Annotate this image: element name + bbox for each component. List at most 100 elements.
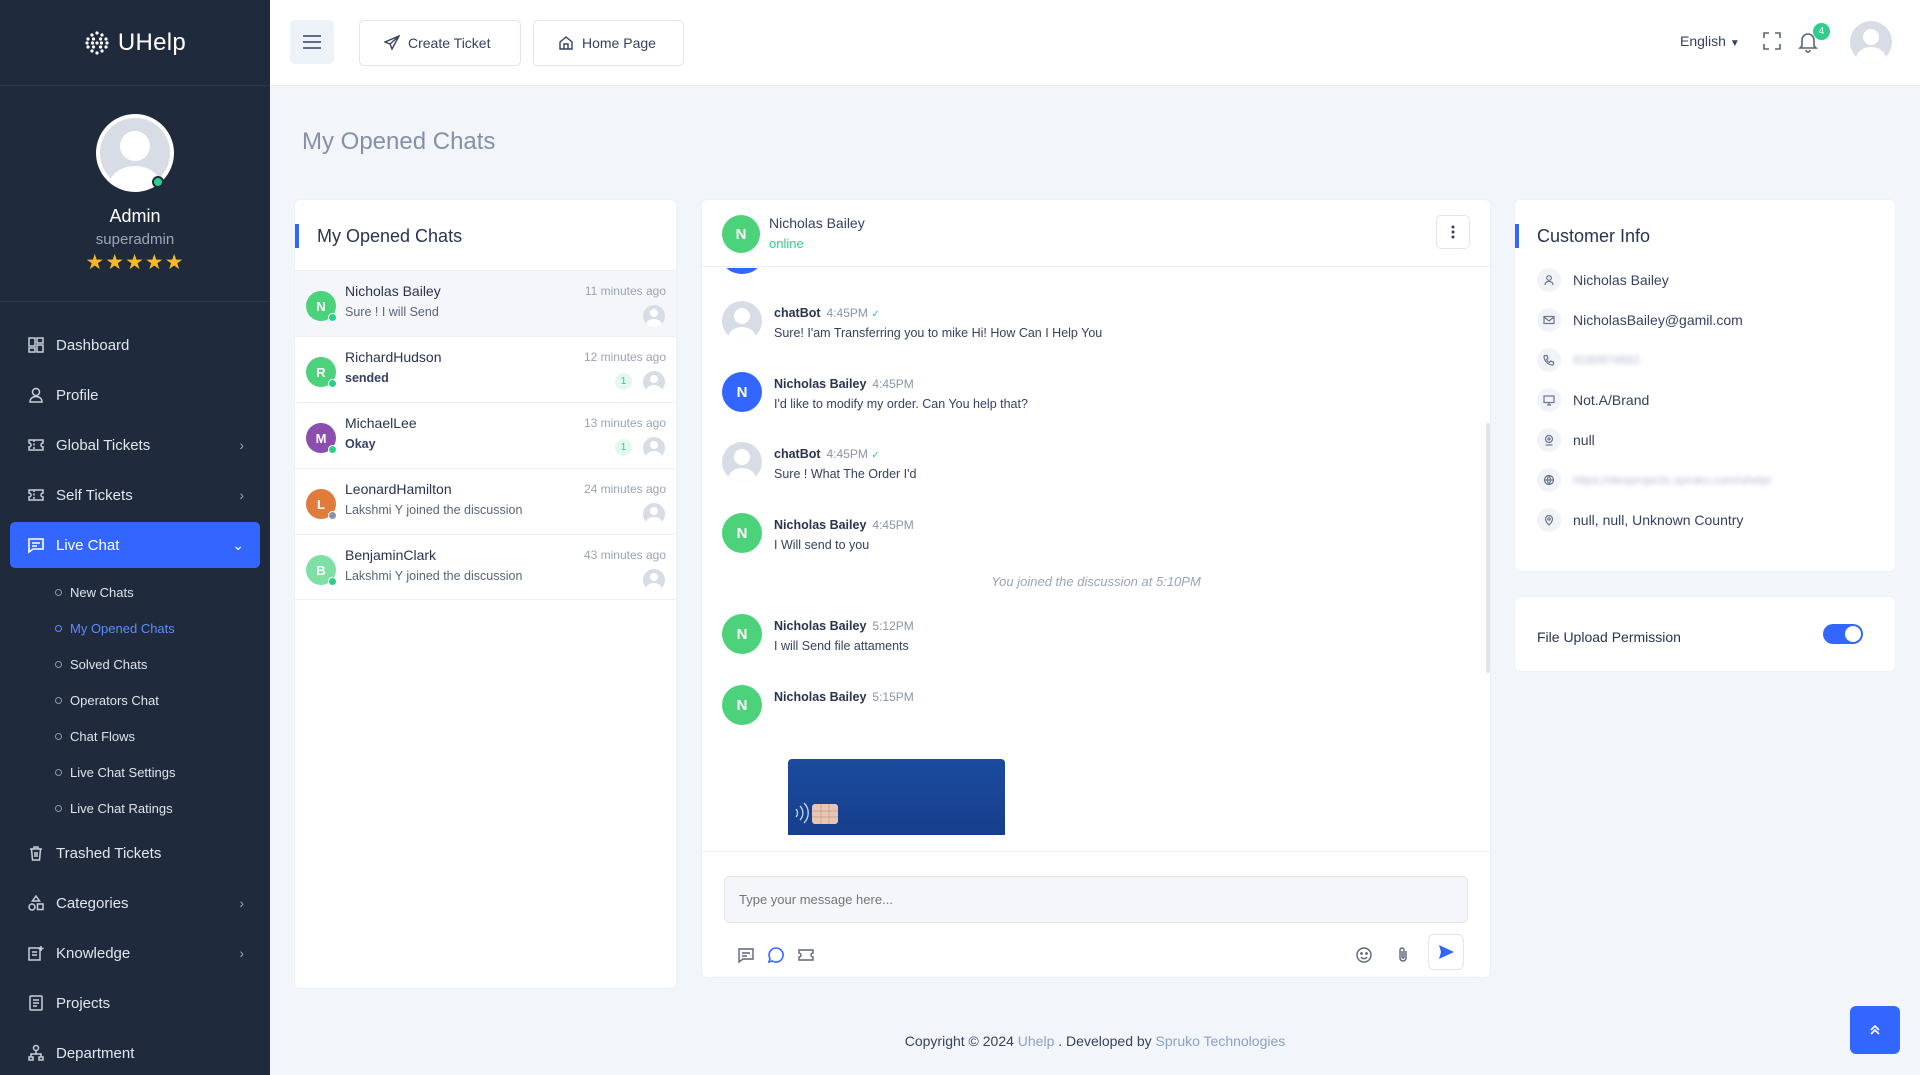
categories-icon: [28, 894, 44, 911]
chat-bubble-icon[interactable]: [767, 946, 785, 964]
sidebar-item-profile[interactable]: Profile: [0, 370, 270, 420]
user-icon: [1537, 268, 1561, 292]
last-message: Lakshmi Y joined the discussion: [345, 569, 523, 583]
message-time: 4:45PM: [826, 306, 868, 320]
fullscreen-icon[interactable]: [1762, 31, 1782, 51]
message-area[interactable]: chatBot 4:45PM ✓ Sure! I'am Transferring …: [702, 268, 1490, 851]
last-message: Sure ! I will Send: [345, 305, 439, 319]
message-sender: chatBot 4:45PM ✓: [774, 447, 880, 461]
chat-options-button[interactable]: [1436, 215, 1470, 249]
dashboard-icon: [28, 337, 44, 353]
sidebar-item-global-tickets[interactable]: Global Tickets ›: [0, 420, 270, 470]
sidebar-profile: Admin superadmin ★★★★★: [0, 86, 270, 302]
map-pin-icon: [1537, 508, 1561, 532]
send-icon: [384, 35, 400, 51]
submenu-operators-chat[interactable]: Operators Chat: [0, 682, 270, 718]
customer-name-row: Nicholas Bailey: [1537, 268, 1669, 292]
submenu-live-chat-ratings[interactable]: Live Chat Ratings: [0, 790, 270, 826]
canned-response-icon[interactable]: [737, 946, 755, 964]
menu-toggle-button[interactable]: [290, 20, 334, 64]
customer-phone-row: 9180974682: [1537, 348, 1640, 372]
file-upload-toggle[interactable]: [1823, 624, 1863, 644]
check-icon: ✓: [871, 309, 880, 320]
trash-icon: [30, 846, 42, 861]
chat-list-item[interactable]: L LeonardHamilton Lakshmi Y joined the d…: [295, 468, 676, 534]
message-time: 24 minutes ago: [583, 482, 666, 496]
sidebar-item-label: Trashed Tickets: [56, 844, 162, 862]
home-page-button[interactable]: Home Page: [533, 20, 684, 66]
message-time: 5:15PM: [872, 690, 914, 704]
chat-list-item[interactable]: N Nicholas Bailey Sure ! I will Send 11 …: [295, 270, 676, 336]
sidebar-item-department[interactable]: Department: [0, 1028, 270, 1075]
chat-list-card: My Opened Chats N Nicholas Bailey Sure !…: [294, 199, 677, 989]
language-select[interactable]: English ▼: [1680, 33, 1740, 49]
submenu-chat-flows[interactable]: Chat Flows: [0, 718, 270, 754]
attachment-icon[interactable]: [1394, 946, 1412, 964]
user-avatar: N: [722, 614, 762, 654]
double-chevron-up-icon: [1870, 1024, 1880, 1035]
unread-count-badge: 1: [615, 439, 632, 456]
message-text: I'd like to modify my order. Can You hel…: [774, 397, 1028, 411]
status-dot: [328, 313, 337, 322]
sidebar-item-knowledge[interactable]: Knowledge ›: [0, 928, 270, 978]
sidebar-item-live-chat[interactable]: Live Chat ⌄: [10, 522, 260, 568]
sidebar-nav: Dashboard Profile Global Tickets › Self …: [0, 302, 270, 1075]
sidebar-item-label: Profile: [56, 386, 99, 404]
spruko-link[interactable]: Spruko Technologies: [1156, 1033, 1286, 1049]
hamburger-icon: [303, 35, 321, 49]
chevron-right-icon: ›: [239, 945, 244, 961]
projects-icon: [29, 995, 43, 1011]
sidebar-item-label: Categories: [56, 894, 129, 912]
sidebar-item-trashed-tickets[interactable]: Trashed Tickets: [0, 828, 270, 878]
scrollbar-thumb[interactable]: [1486, 423, 1490, 673]
uhelp-link[interactable]: Uhelp: [1018, 1033, 1055, 1049]
logo[interactable]: UHelp: [0, 0, 270, 86]
bot-avatar: [722, 442, 762, 482]
contact-name: MichaelLee: [345, 415, 417, 431]
submenu-new-chats[interactable]: New Chats: [0, 574, 270, 610]
send-message-button[interactable]: [1428, 934, 1464, 970]
sidebar-item-categories[interactable]: Categories ›: [0, 878, 270, 928]
submenu-my-opened-chats[interactable]: My Opened Chats: [0, 610, 270, 646]
sidebar-item-projects[interactable]: Projects: [0, 978, 270, 1028]
back-to-top-button[interactable]: [1850, 1006, 1900, 1054]
attachment-image[interactable]: [788, 759, 1005, 835]
sidebar-item-label: Live Chat: [56, 536, 120, 554]
customer-url: https://devprojects.spruko.com/uhelp/: [1573, 473, 1772, 487]
emoji-icon[interactable]: [1355, 946, 1373, 964]
chat-list-item[interactable]: R RichardHudson sended 12 minutes ago 1: [295, 336, 676, 402]
more-vertical-icon: [1451, 225, 1455, 239]
agent-avatar: [643, 569, 665, 591]
bot-avatar: [722, 301, 762, 341]
message-text: Sure! I'am Transferring you to mike Hi! …: [774, 326, 1103, 340]
monitor-icon: [1537, 388, 1561, 412]
sidebar-item-label: Global Tickets: [56, 436, 151, 454]
sidebar-item-label: Department: [56, 1044, 135, 1062]
sidebar-item-self-tickets[interactable]: Self Tickets ›: [0, 470, 270, 520]
message-time: 12 minutes ago: [583, 350, 666, 364]
message-text: Sure ! What The Order I'd: [774, 467, 917, 481]
user-avatar[interactable]: [1850, 21, 1892, 63]
message-time: 4:45PM: [872, 377, 914, 391]
ticket-icon[interactable]: [797, 946, 815, 964]
chat-list-item[interactable]: B BenjaminClark Lakshmi Y joined the dis…: [295, 534, 676, 600]
message-sender: chatBot 4:45PM ✓: [774, 306, 880, 320]
sidebar-item-dashboard[interactable]: Dashboard: [0, 320, 270, 370]
sidebar-item-label: Self Tickets: [56, 486, 133, 504]
message-time: 4:45PM: [872, 518, 914, 532]
chevron-down-icon: ⌄: [232, 536, 244, 553]
customer-url-row: https://devprojects.spruko.com/uhelp/: [1537, 468, 1772, 492]
submenu-solved-chats[interactable]: Solved Chats: [0, 646, 270, 682]
message-input[interactable]: [724, 876, 1468, 923]
chat-list-item[interactable]: M MichaelLee Okay 13 minutes ago 1: [295, 402, 676, 468]
page-title: My Opened Chats: [302, 128, 496, 155]
submenu-live-chat-settings[interactable]: Live Chat Settings: [0, 754, 270, 790]
customer-email: NicholasBailey@gamil.com: [1573, 312, 1743, 328]
last-message: Lakshmi Y joined the discussion: [345, 503, 523, 517]
create-ticket-button[interactable]: Create Ticket: [359, 20, 521, 66]
user-avatar: N: [722, 513, 762, 553]
customer-info-title: Customer Info: [1515, 224, 1650, 248]
customer-device: Not.A/Brand: [1573, 392, 1650, 408]
user-avatar: N: [722, 372, 762, 412]
contact-name: Nicholas Bailey: [769, 215, 865, 231]
